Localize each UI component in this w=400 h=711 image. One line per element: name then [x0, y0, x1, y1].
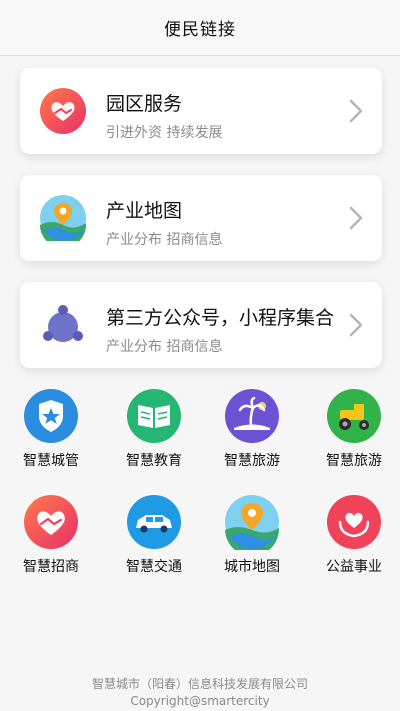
shield-star-icon — [24, 389, 78, 443]
top-bar: 便民链接 — [0, 0, 400, 56]
grid-item-label: 智慧教育 — [126, 453, 182, 469]
grid-item-public-welfare[interactable]: 公益事业 — [309, 494, 399, 584]
card-title: 产业地图 — [106, 200, 183, 222]
grid-item-smart-education[interactable]: 智慧教育 — [109, 388, 199, 478]
grid-item-label: 智慧招商 — [23, 559, 79, 575]
card-third-party-accounts[interactable]: 第三方公众号，小程序集合 产业分布 招商信息 — [20, 282, 382, 368]
card-industry-map[interactable]: 产业地图 产业分布 招商信息 — [20, 175, 382, 261]
chevron-right-icon — [349, 313, 363, 337]
map-pin-icon — [225, 495, 280, 550]
card-subtitle: 产业分布 招商信息 — [106, 339, 223, 355]
chevron-right-icon — [349, 99, 363, 123]
grid-item-city-map[interactable]: 城市地图 — [207, 494, 297, 584]
footer-copyright: Copyright@smartercity — [130, 694, 270, 708]
page-title: 便民链接 — [164, 20, 236, 40]
grid-item-label: 智慧城管 — [23, 453, 79, 469]
handshake-heart-icon — [24, 495, 78, 549]
heart-hands-icon — [327, 495, 381, 549]
grid-item-label: 智慧旅游 — [326, 453, 382, 469]
footer-company: 智慧城市（阳春）信息科技发展有限公司 — [91, 677, 308, 691]
handshake-heart-icon — [40, 88, 86, 134]
tractor-icon — [327, 389, 381, 443]
grid-item-smart-investment[interactable]: 智慧招商 — [6, 494, 96, 584]
grid-item-smart-tourism[interactable]: 智慧旅游 — [207, 388, 297, 478]
chevron-right-icon — [349, 206, 363, 230]
car-icon — [127, 495, 181, 549]
card-subtitle: 产业分布 招商信息 — [106, 232, 223, 248]
grid-item-label: 公益事业 — [326, 559, 382, 575]
grid-item-smart-traffic[interactable]: 智慧交通 — [109, 494, 199, 584]
card-subtitle: 引进外资 持续发展 — [106, 125, 223, 141]
grid-item-label: 智慧旅游 — [224, 453, 280, 469]
book-icon — [127, 389, 181, 443]
grid-item-smart-tourism-2[interactable]: 智慧旅游 — [309, 388, 399, 478]
footer: 智慧城市（阳春）信息科技发展有限公司 Copyright@smartercity — [0, 676, 400, 710]
card-title: 园区服务 — [106, 93, 183, 115]
card-park-services[interactable]: 园区服务 引进外资 持续发展 — [20, 68, 382, 154]
palm-tree-icon — [225, 389, 279, 443]
network-nodes-icon — [43, 305, 83, 342]
card-title: 第三方公众号，小程序集合 — [106, 307, 335, 329]
grid-item-label: 智慧交通 — [126, 559, 182, 575]
grid-item-label: 城市地图 — [224, 559, 280, 575]
map-pin-icon — [40, 195, 86, 241]
grid-item-smart-city-management[interactable]: 智慧城管 — [6, 388, 96, 478]
